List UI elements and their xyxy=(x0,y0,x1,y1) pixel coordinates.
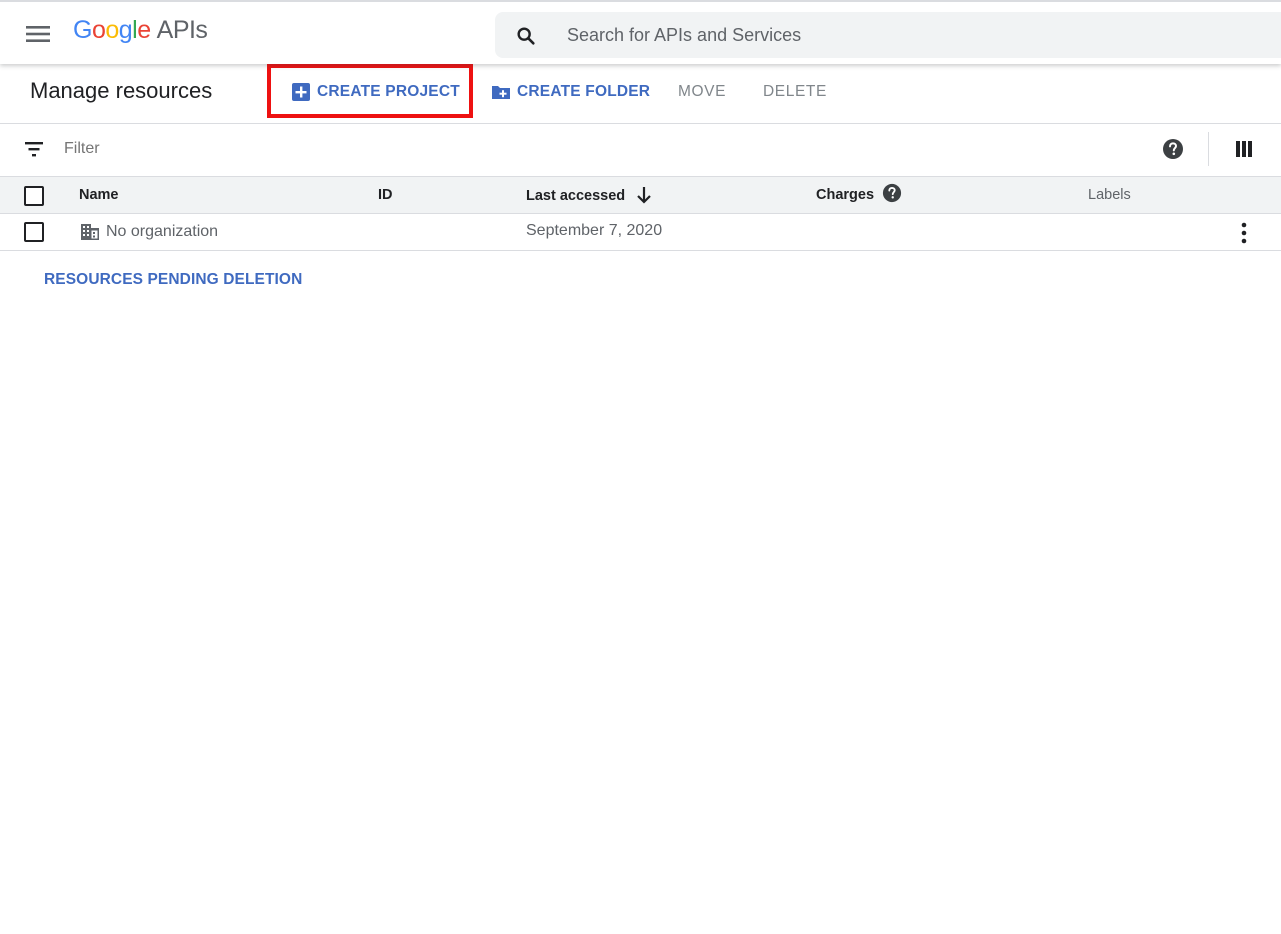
column-header-charges[interactable]: Charges xyxy=(816,183,902,203)
column-label-charges: Charges xyxy=(816,187,875,203)
delete-label: DELETE xyxy=(763,83,827,100)
row-name-cell: No organization xyxy=(80,222,218,242)
google-apis-logo[interactable]: Google APIs xyxy=(73,16,208,45)
google-wordmark: Google xyxy=(73,16,151,44)
add-box-icon xyxy=(292,83,310,101)
toolbar-separator xyxy=(1208,132,1209,166)
move-label: MOVE xyxy=(678,83,727,100)
column-display-icon[interactable] xyxy=(1234,140,1254,158)
main-menu-button[interactable] xyxy=(14,16,62,52)
row-last-accessed: September 7, 2020 xyxy=(526,222,663,239)
column-header-last-accessed[interactable]: Last accessed xyxy=(526,187,653,205)
delete-button[interactable]: DELETE xyxy=(763,76,827,108)
filter-input[interactable] xyxy=(62,136,762,162)
search-bar xyxy=(495,12,1281,58)
filter-icon xyxy=(25,142,43,157)
top-app-bar: Google APIs xyxy=(0,0,1281,64)
building-icon xyxy=(81,224,99,240)
create-folder-label: CREATE FOLDER xyxy=(517,83,651,100)
logo-letter: o xyxy=(91,16,106,44)
add-folder-icon xyxy=(492,86,510,99)
table-row[interactable]: No organization September 7, 2020 xyxy=(0,214,1281,251)
page-title: Manage resources xyxy=(30,78,213,103)
more-vert-icon[interactable] xyxy=(1234,221,1254,245)
create-project-button[interactable]: CREATE PROJECT xyxy=(291,76,460,108)
column-header-id[interactable]: ID xyxy=(378,187,393,203)
toolbar-divider xyxy=(0,123,1281,124)
row-name[interactable]: No organization xyxy=(106,223,218,241)
column-label-last-accessed: Last accessed xyxy=(526,188,626,204)
column-label-id: ID xyxy=(378,187,393,203)
help-icon[interactable] xyxy=(882,183,902,203)
table-header: Name ID Last accessed Charges Labels xyxy=(0,176,1281,214)
resources-pending-deletion-link[interactable]: RESOURCES PENDING DELETION xyxy=(44,271,302,289)
arrow-down-icon xyxy=(637,187,651,204)
logo-letter: o xyxy=(105,16,119,44)
column-label-name: Name xyxy=(79,187,119,203)
row-checkbox[interactable] xyxy=(24,222,44,242)
help-icon[interactable] xyxy=(1162,138,1184,160)
logo-letter: g xyxy=(118,16,133,44)
hamburger-menu-icon xyxy=(26,26,50,42)
column-header-name[interactable]: Name xyxy=(79,187,119,203)
search-input[interactable] xyxy=(565,20,1265,50)
search-icon[interactable] xyxy=(515,25,537,47)
apis-wordmark: APIs xyxy=(156,16,208,44)
create-folder-button[interactable]: CREATE FOLDER xyxy=(491,76,650,108)
select-all-checkbox[interactable] xyxy=(24,186,44,206)
move-button[interactable]: MOVE xyxy=(678,76,726,108)
create-project-label: CREATE PROJECT xyxy=(317,83,460,100)
column-header-labels[interactable]: Labels xyxy=(1088,187,1131,203)
logo-letter: G xyxy=(73,16,92,44)
column-label-labels: Labels xyxy=(1088,187,1131,203)
logo-letter: e xyxy=(137,16,151,44)
